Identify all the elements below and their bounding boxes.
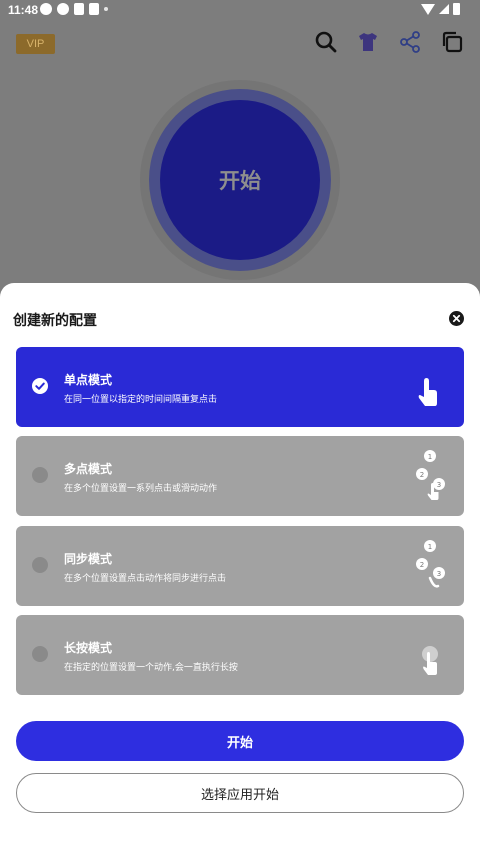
mode-description: 在同一位置以指定的时间间隔重复点击 [64, 395, 218, 405]
long-press-icon [422, 646, 438, 675]
signal-icon [439, 4, 449, 14]
tshirt-icon[interactable] [356, 30, 380, 54]
svg-text:1: 1 [428, 543, 432, 551]
radio-unselected[interactable] [32, 557, 48, 573]
radio-unselected[interactable] [32, 646, 48, 662]
radio-selected[interactable] [32, 378, 48, 394]
check-icon [35, 382, 45, 390]
vip-badge[interactable]: VIP [16, 34, 55, 54]
single-tap-icon [418, 378, 437, 406]
mode-name: 多点模式 [64, 462, 113, 476]
svg-text:3: 3 [437, 570, 441, 578]
mode-description: 在多个位置设置点击动作将同步进行点击 [64, 574, 227, 584]
search-icon[interactable] [314, 30, 338, 54]
more-notifications-dot-icon [104, 7, 108, 11]
svg-text:3: 3 [437, 481, 441, 489]
mode-name: 单点模式 [64, 373, 113, 387]
create-config-sheet: 创建新的配置 单点模式 在同一位置以指定的时间间隔重复点击 多点模式 在多个位置… [0, 283, 480, 853]
notification-app-icon [74, 3, 84, 15]
mode-card-sync[interactable]: 同步模式 在多个位置设置点击动作将同步进行点击 1 2 3 [16, 526, 464, 606]
select-app-start-button[interactable]: 选择应用开始 [16, 773, 464, 813]
start-circle-button[interactable]: 开始 [160, 100, 320, 260]
mode-description: 在多个位置设置一系列点击或滑动动作 [64, 484, 218, 494]
svg-text:1: 1 [428, 453, 432, 461]
wifi-icon [421, 3, 435, 15]
mode-description: 在指定的位置设置一个动作,会一直执行长按 [64, 663, 238, 673]
notification-icons [40, 3, 108, 15]
top-toolbar [314, 30, 464, 54]
mode-card-single[interactable]: 单点模式 在同一位置以指定的时间间隔重复点击 [16, 347, 464, 427]
mode-name: 同步模式 [64, 552, 113, 566]
sheet-title: 创建新的配置 [13, 313, 97, 329]
battery-icon [453, 3, 460, 15]
svg-text:2: 2 [420, 561, 424, 569]
telegram-icon [57, 3, 69, 15]
close-icon [452, 314, 461, 323]
share-icon[interactable] [398, 30, 422, 54]
mode-card-multi[interactable]: 多点模式 在多个位置设置一系列点击或滑动动作 1 2 3 [16, 436, 464, 516]
system-status-icons [421, 3, 460, 15]
mode-name: 长按模式 [64, 641, 113, 655]
mode-card-long-press[interactable]: 长按模式 在指定的位置设置一个动作,会一直执行长按 [16, 615, 464, 695]
status-time: 11:48 [8, 3, 39, 17]
sync-tap-icon: 1 2 3 [416, 540, 445, 588]
cat-app-icon [89, 3, 99, 15]
copy-icon[interactable] [440, 30, 464, 54]
telegram-icon [40, 3, 52, 15]
svg-text:2: 2 [420, 471, 424, 479]
multi-tap-icon: 1 2 3 [416, 450, 445, 500]
start-button[interactable]: 开始 [16, 721, 464, 761]
close-button[interactable] [449, 311, 464, 326]
status-bar: 11:48 [0, 0, 480, 22]
radio-unselected[interactable] [32, 467, 48, 483]
